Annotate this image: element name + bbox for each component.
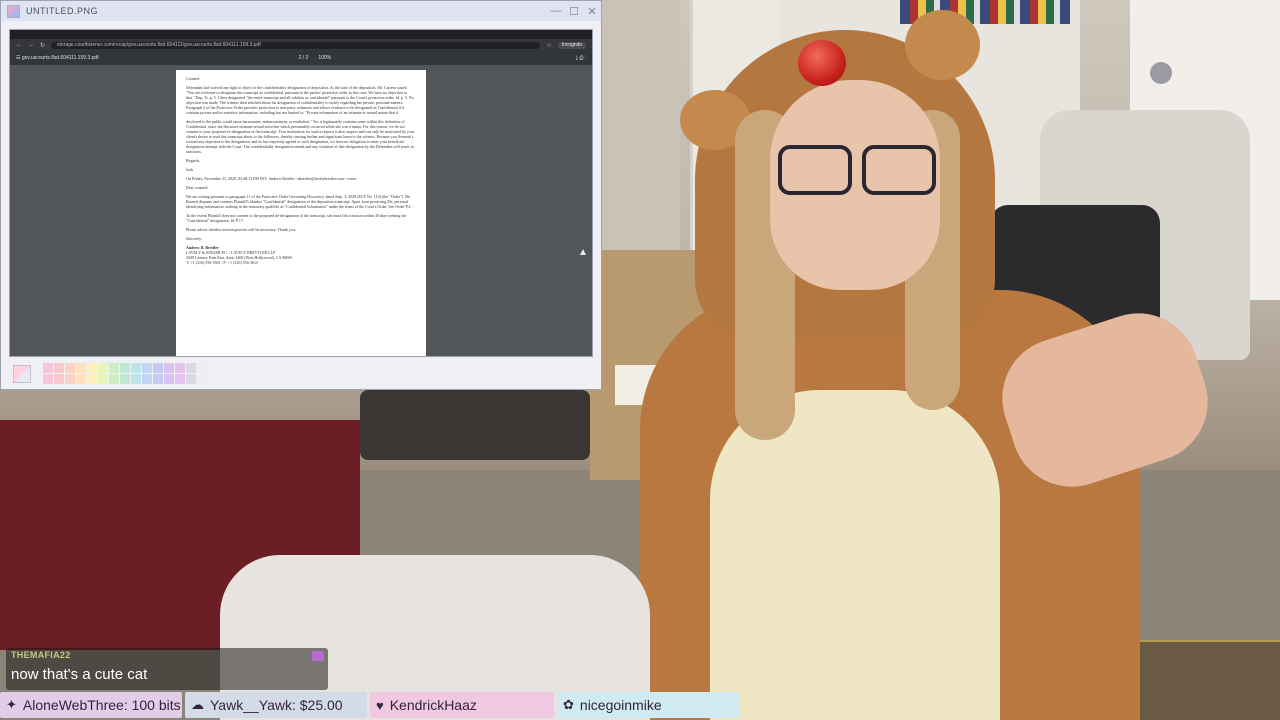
palette-swatch[interactable] [76,374,86,384]
doc-paragraph: disclosed to the public could cause hara… [186,119,415,154]
palette-swatch[interactable] [186,374,196,384]
maximize-button[interactable]: ☐ [565,1,583,21]
color-palette [13,363,207,384]
palette-swatch[interactable] [65,363,75,373]
star-icon[interactable]: ☆ [546,42,551,49]
palette-swatch[interactable] [98,374,108,384]
stool [360,390,590,460]
chat-username: THEMAFIA22 [11,650,71,660]
doc-paragraph: To the extent Plaintiff does not consent… [186,213,407,223]
palette-swatch[interactable] [87,363,97,373]
chat-message: THEMAFIA22 now that's a cute cat [6,648,328,690]
bits-icon: ✦ [6,697,17,712]
onesie-belly [710,390,1000,720]
ticker-item-sub: ✿ nicegoinmike [557,692,739,718]
alerts-ticker: ✦ AloneWebThree: 100 bits ☁ Yawk__Yawk: … [0,692,1280,720]
palette-swatch[interactable] [186,363,196,373]
palette-swatch[interactable] [197,374,207,384]
palette-swatch[interactable] [164,363,174,373]
doc-closing: Sincerely, [186,236,202,241]
ticker-text: Yawk__Yawk: $25.00 [210,697,343,713]
palette-swatch[interactable] [54,374,64,384]
doc-salutation: Counsel: [186,76,201,81]
mouse-cursor-icon [580,249,586,255]
pdf-toolbar: ☰ gov.uscourts.flsd.604111.159.3.pdf 2 /… [10,51,592,65]
doc-signer: Josh [186,167,194,172]
palette-swatch[interactable] [142,374,152,384]
palette-swatch[interactable] [197,363,207,373]
palette-swatch[interactable] [87,374,97,384]
palette-swatch[interactable] [131,363,141,373]
paint-app-icon [7,4,20,18]
palette-swatch[interactable] [120,374,130,384]
star-badge-icon: ✿ [563,697,574,712]
minimize-button[interactable]: — [547,1,565,21]
palette-swatch[interactable] [65,374,75,384]
palette-swatch[interactable] [54,363,64,373]
doc-paragraph: Defendant had waived any right to object… [186,85,414,115]
palette-swatch[interactable] [43,363,53,373]
pdf-page-indicator[interactable]: 2 / 2 [299,55,309,61]
red-nose [798,40,846,86]
palette-swatch[interactable] [43,374,53,384]
doc-paragraph: Please advise whether motion practice wi… [186,227,296,232]
chat-message-text: now that's a cute cat [11,666,148,683]
window-titlebar[interactable]: UNTITLED.PNG — ☐ ✕ [1,1,601,21]
address-bar[interactable]: storage.courtlistener.com/recap/gov.usco… [51,41,541,49]
paint-canvas[interactable]: ← → ↻ storage.courtlistener.com/recap/go… [9,29,593,357]
tip-icon: ☁ [191,697,204,712]
current-color-swatch[interactable] [13,364,31,383]
doc-forward-header: On Friday, November 21, 2020, 03:48:13 P… [186,176,358,181]
pdf-filename: gov.uscourts.flsd.604111.159.3.pdf [21,55,99,61]
palette-swatch[interactable] [120,363,130,373]
palette-swatches [43,363,207,384]
download-icon[interactable]: ⤓ ⎙ ⋮ [576,55,586,61]
palette-swatch[interactable] [76,363,86,373]
back-icon[interactable]: ← [16,42,22,48]
palette-swatch[interactable] [164,374,174,384]
palette-swatch[interactable] [109,363,119,373]
ticker-item-follow: ♥ KendrickHaaz [370,692,554,718]
palette-swatch[interactable] [142,363,152,373]
glasses [778,145,938,195]
window-title: UNTITLED.PNG [26,6,99,16]
doc-paragraph: We are writing pursuant to paragraph 11 … [186,194,412,209]
palette-swatch[interactable] [98,363,108,373]
ticker-text: nicegoinmike [579,697,662,713]
ticker-text: AloneWebThree: 100 bits [22,697,181,713]
doc-sig-line: T: +1 (310) 556-3501 | F: +1 (310) 556-3… [186,260,258,265]
browser-toolbar: ← → ↻ storage.courtlistener.com/recap/go… [10,39,592,51]
door-knob [1150,62,1172,84]
forward-icon[interactable]: → [28,42,34,48]
palette-swatch[interactable] [153,363,163,373]
incognito-badge: Incognito [557,41,586,49]
ticker-item-tip: ☁ Yawk__Yawk: $25.00 [185,692,367,718]
doc-signoff: Regards, [186,158,201,163]
pdf-zoom[interactable]: 100% [318,55,331,61]
pdf-page: Counsel: Defendant had waived any right … [176,70,426,356]
palette-swatch[interactable] [109,374,119,384]
palette-swatch[interactable] [153,374,163,384]
paint-window: UNTITLED.PNG — ☐ ✕ ← → ↻ storage.courtli… [0,0,602,390]
palette-swatch[interactable] [175,374,185,384]
doc-greeting: Dear counsel: [186,185,209,190]
subscriber-badge-icon [312,651,324,661]
close-button[interactable]: ✕ [583,1,601,21]
palette-swatch[interactable] [175,363,185,373]
ticker-text: KendrickHaaz [389,697,477,713]
heart-icon: ♥ [376,697,384,713]
window-controls: — ☐ ✕ [547,1,601,21]
palette-swatch[interactable] [131,374,141,384]
ticker-item-bits: ✦ AloneWebThree: 100 bits [0,692,182,718]
reload-icon[interactable]: ↻ [40,42,45,49]
pdf-viewport: Counsel: Defendant had waived any right … [10,65,592,356]
browser-tab-strip [10,30,592,39]
hood-ear-right [905,10,980,80]
